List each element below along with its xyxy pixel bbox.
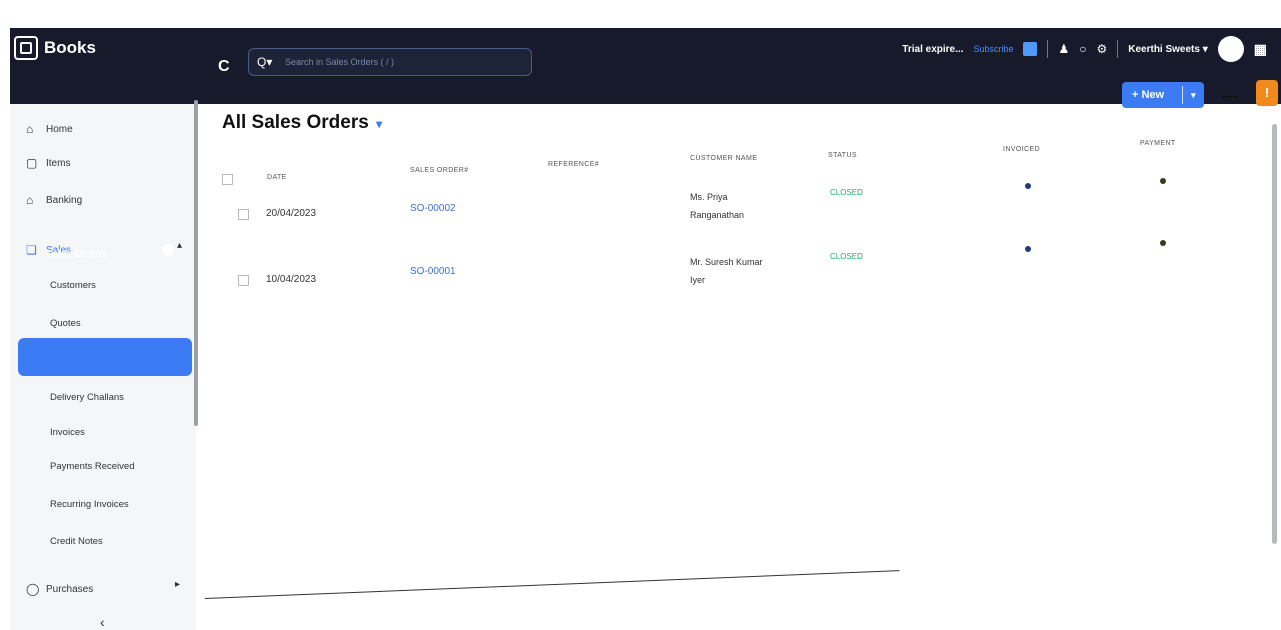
page-title-text: All Sales Orders <box>222 112 369 133</box>
col-header-customer[interactable]: CUSTOMER NAME <box>690 155 757 162</box>
sidebar-subitem-payments-received[interactable]: Payments Received <box>50 461 134 472</box>
col-header-status[interactable]: STATUS <box>828 152 857 159</box>
search-icon[interactable]: Q▾ <box>257 55 285 69</box>
sidebar-subitem-credit-notes[interactable]: Credit Notes <box>50 536 103 547</box>
sidebar-item-label: Banking <box>46 194 83 206</box>
row-checkbox[interactable] <box>238 209 249 220</box>
status-badge: CLOSED <box>830 252 863 261</box>
row-customer-line1: Mr. Suresh Kumar <box>690 257 763 267</box>
sidebar-subitem-customers[interactable]: Customers <box>50 280 96 291</box>
row-checkbox[interactable] <box>238 275 249 286</box>
table-bottom-border <box>204 570 900 599</box>
avatar[interactable] <box>1217 36 1244 62</box>
app-brand[interactable]: Books <box>14 36 96 60</box>
bell-icon[interactable]: ○ <box>1079 42 1086 56</box>
org-name: Keerthi Sweets <box>1128 43 1200 55</box>
bag-icon: ◯ <box>26 582 40 596</box>
sidebar-item-items[interactable]: ▢ Items <box>26 156 70 170</box>
col-header-payment[interactable]: PAYMENT <box>1140 140 1176 147</box>
row-date: 10/04/2023 <box>266 274 317 285</box>
sidebar-subitem-recurring-invoices[interactable]: Recurring Invoices <box>50 499 129 510</box>
users-icon[interactable]: ♟ <box>1058 42 1069 56</box>
app-name: Books <box>44 38 96 57</box>
books-logo-icon <box>14 36 38 60</box>
sidebar-scrollbar[interactable] <box>194 100 198 426</box>
sidebar-item-home[interactable]: ⌂ Home <box>26 122 73 136</box>
main-scrollbar[interactable] <box>1272 124 1277 544</box>
subscribe-link[interactable]: Subscribe <box>973 44 1013 54</box>
sidebar-item-label: Items <box>46 157 71 169</box>
notice-icon[interactable] <box>1023 42 1038 56</box>
invoiced-status-dot <box>1025 183 1031 189</box>
col-header-date[interactable]: DATE <box>267 174 287 181</box>
topbar-right: Trial expire... Subscribe ♟ ○ ⚙ Keerthi … <box>902 36 1267 62</box>
sidebar-subitem-sales-orders[interactable] <box>18 338 192 376</box>
home-icon: ⌂ <box>26 122 34 136</box>
gear-icon[interactable]: ⚙ <box>1096 42 1107 56</box>
row-customer-line2: Iyer <box>690 275 706 285</box>
alert-button[interactable]: ! <box>1256 80 1278 106</box>
collapse-sidebar-icon[interactable]: ‹ <box>100 614 105 630</box>
chevron-right-icon[interactable]: ▸ <box>175 579 180 590</box>
add-circle-icon[interactable] <box>162 244 174 256</box>
payment-status-dot <box>1160 178 1166 184</box>
col-header-sales-order[interactable]: SALES ORDER# <box>410 167 469 174</box>
trial-text: Trial expire... <box>902 43 964 55</box>
sidebar-item-label: Home <box>46 123 73 135</box>
row-date: 20/04/2023 <box>266 208 317 219</box>
apps-grid-icon[interactable]: ▦ <box>1254 41 1267 58</box>
col-header-reference[interactable]: REFERENCE# <box>548 161 599 168</box>
sidebar-subitem-delivery-challans[interactable]: Delivery Challans <box>50 392 124 403</box>
new-button[interactable]: + New ▾ <box>1122 82 1204 108</box>
sidebar-item-banking[interactable]: ⌂ Banking <box>26 193 82 207</box>
more-options-button[interactable]: — <box>1222 88 1238 106</box>
status-badge: CLOSED <box>830 188 863 197</box>
sidebar-subitem-quotes[interactable]: Quotes <box>50 318 81 329</box>
chevron-down-icon: ▾ <box>376 117 383 131</box>
payment-status-dot <box>1160 240 1166 246</box>
search-box[interactable]: Q▾ Search in Sales Orders ( / ) <box>248 48 532 76</box>
divider <box>1117 40 1119 58</box>
row-customer-line1: Ms. Priya <box>690 192 728 202</box>
col-header-invoiced[interactable]: INVOICED <box>1003 146 1040 153</box>
org-switcher[interactable]: Keerthi Sweets ▾ <box>1128 44 1208 55</box>
chevron-down-icon[interactable]: ▾ <box>1182 90 1204 101</box>
sidebar-item-label: Purchases <box>46 583 94 595</box>
bank-icon: ⌂ <box>26 193 34 207</box>
row-customer-line2: Ranganathan <box>690 210 745 220</box>
new-button-label: + New <box>1132 89 1165 101</box>
page-title[interactable]: All Sales Orders ▾ <box>222 112 382 134</box>
sidebar-item-purchases[interactable]: ◯ Purchases <box>26 582 93 596</box>
row-sales-order-link[interactable]: SO-00001 <box>410 266 456 277</box>
items-icon: ▢ <box>26 156 38 170</box>
cart-icon: ❏ <box>26 243 37 257</box>
row-sales-order-link[interactable]: SO-00002 <box>410 203 456 214</box>
search-input[interactable]: Search in Sales Orders ( / ) <box>285 57 394 67</box>
refresh-icon[interactable]: C <box>218 58 230 76</box>
chevron-down-icon: ▾ <box>1202 43 1208 55</box>
sidebar-subitem-invoices[interactable]: Invoices <box>50 427 85 438</box>
chevron-up-icon[interactable]: ▴ <box>177 240 182 251</box>
sidebar: ⌂ Home ▢ Items ⌂ Banking ❏ Sales ▴ Custo… <box>10 104 196 630</box>
divider <box>1047 40 1049 58</box>
select-all-checkbox[interactable] <box>222 174 233 185</box>
invoiced-status-dot <box>1025 246 1031 252</box>
sidebar-active-label: Sales Orders <box>46 249 108 260</box>
